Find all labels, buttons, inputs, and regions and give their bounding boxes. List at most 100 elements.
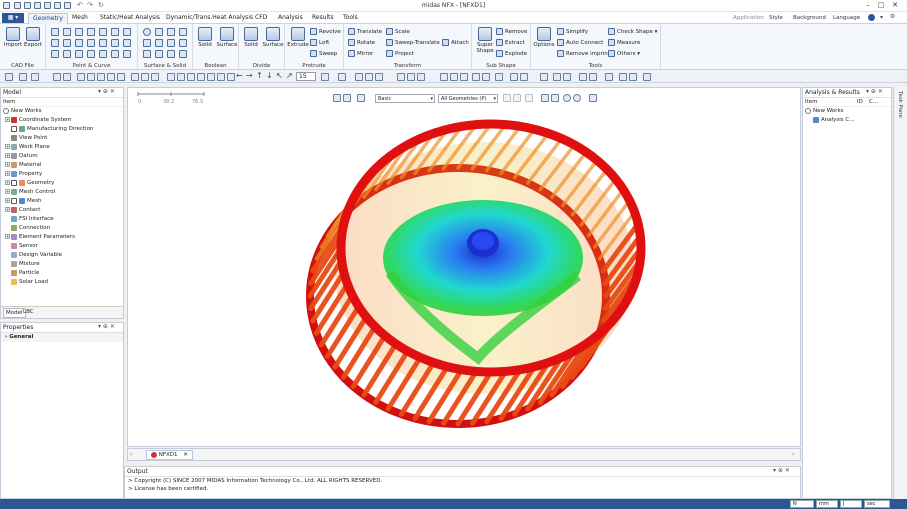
arrow-right-icon[interactable]: → bbox=[246, 71, 253, 80]
tree-item[interactable]: + Mesh Control bbox=[1, 188, 123, 197]
tab-tools[interactable]: Tools bbox=[339, 13, 362, 24]
tree-item[interactable]: Mixture bbox=[1, 260, 123, 269]
options-button[interactable]: Options bbox=[533, 27, 555, 48]
split-curve-icon[interactable] bbox=[123, 39, 131, 47]
spline-icon[interactable] bbox=[75, 39, 83, 47]
expand-icon[interactable]: + bbox=[5, 180, 10, 185]
render-mode-icon[interactable] bbox=[321, 73, 329, 81]
properties-pin-icon[interactable]: ▾ ⊕ ✕ bbox=[98, 323, 115, 330]
ribbon-collapse-icon[interactable]: ▾ bbox=[880, 14, 883, 21]
expand-icon[interactable]: + bbox=[5, 198, 10, 203]
properties-section-general[interactable]: › General bbox=[1, 333, 123, 342]
measure-button[interactable]: Measure bbox=[608, 38, 640, 48]
analysis-tree-root[interactable]: New Works bbox=[803, 107, 891, 116]
view-top-icon[interactable] bbox=[217, 73, 225, 81]
zoom-window-icon[interactable] bbox=[77, 73, 85, 81]
loft-button[interactable]: Loft bbox=[310, 38, 329, 48]
curve-offset-icon[interactable] bbox=[87, 39, 95, 47]
geometry-filter-select[interactable]: All Geometries (P) ▾ bbox=[438, 94, 498, 103]
geometry-view-icon[interactable] bbox=[520, 73, 528, 81]
zoom-icon[interactable] bbox=[53, 73, 61, 81]
graphics-viewport[interactable]: 0 38.2 76.5 Basic ▾ All Geometries (P) ▾ bbox=[127, 87, 801, 447]
column-c[interactable]: C... bbox=[869, 98, 878, 107]
prism-icon[interactable] bbox=[167, 39, 175, 47]
analysis-tree-item[interactable]: Analysis C... bbox=[803, 116, 891, 125]
rotate-view-2-icon[interactable] bbox=[107, 73, 115, 81]
tab-dynamic-trans-heat-analysis[interactable]: Dynamic/Trans.Heat Analysis bbox=[162, 13, 257, 24]
check-shape-button[interactable]: Check Shape ▾ bbox=[608, 27, 657, 37]
explode-view-icon[interactable] bbox=[482, 73, 490, 81]
helix-icon[interactable] bbox=[51, 50, 59, 58]
fillet-icon[interactable] bbox=[111, 28, 119, 36]
analysis-pin-icon[interactable]: ▾ ⊕ ✕ bbox=[866, 88, 883, 95]
expand-icon[interactable]: + bbox=[5, 162, 10, 167]
pick-icon[interactable] bbox=[503, 94, 511, 102]
arrow-nw-icon[interactable]: ↗ bbox=[286, 71, 293, 80]
filter-icon[interactable] bbox=[19, 73, 27, 81]
layout-icon[interactable] bbox=[440, 73, 448, 81]
tab-lbc[interactable]: LBC bbox=[23, 309, 34, 315]
explode-button[interactable]: Explode bbox=[496, 49, 527, 59]
join-curve-icon[interactable] bbox=[99, 50, 107, 58]
tree-item[interactable]: + Material bbox=[1, 161, 123, 170]
expand-icon[interactable]: + bbox=[5, 171, 10, 176]
arrow-down-icon[interactable]: ↓ bbox=[266, 71, 273, 80]
super-shape-button[interactable]: Super Shape bbox=[474, 27, 496, 54]
column-id[interactable]: ID bbox=[857, 98, 863, 107]
tree-item[interactable]: View Point bbox=[1, 134, 123, 143]
expand-icon[interactable]: + bbox=[5, 144, 10, 149]
tree-item[interactable]: Connection bbox=[1, 224, 123, 233]
clip-icon[interactable] bbox=[472, 73, 480, 81]
column-item[interactable]: Item bbox=[805, 98, 818, 107]
mirror-button[interactable]: Mirror bbox=[348, 49, 373, 59]
extend-icon[interactable] bbox=[111, 39, 119, 47]
fill-surface-icon[interactable] bbox=[179, 39, 187, 47]
tree-item[interactable]: Solar Load bbox=[1, 278, 123, 287]
curve-tools-icon[interactable] bbox=[123, 50, 131, 58]
view-cube-icon[interactable] bbox=[333, 94, 341, 102]
shell-icon[interactable] bbox=[167, 50, 175, 58]
sort-icon[interactable] bbox=[553, 73, 561, 81]
clear-selection-icon[interactable] bbox=[563, 94, 571, 102]
display-icon[interactable] bbox=[343, 94, 351, 102]
revolve-button[interactable]: Revolve bbox=[310, 27, 341, 37]
polyline-icon[interactable] bbox=[63, 28, 71, 36]
zoom-in-icon[interactable] bbox=[87, 73, 95, 81]
color-icon[interactable] bbox=[605, 73, 613, 81]
pin-icon[interactable]: ▾ ⊕ ✕ bbox=[98, 88, 115, 95]
delete-curve-icon[interactable] bbox=[87, 50, 95, 58]
divide-surface-button[interactable]: Surface bbox=[261, 27, 285, 48]
pen-icon[interactable] bbox=[643, 73, 651, 81]
expand-icon[interactable]: + bbox=[5, 117, 10, 122]
application-menu[interactable]: Application bbox=[733, 15, 764, 21]
auto-connect-button[interactable]: Auto Connect bbox=[557, 38, 603, 48]
probe-icon[interactable] bbox=[619, 73, 627, 81]
tree-item[interactable]: + Property bbox=[1, 170, 123, 179]
marker-icon[interactable] bbox=[629, 73, 637, 81]
expand-icon[interactable]: + bbox=[5, 207, 10, 212]
translate-button[interactable]: Translate bbox=[348, 27, 382, 37]
view-back-icon[interactable] bbox=[187, 73, 195, 81]
cylinder-icon[interactable] bbox=[167, 28, 175, 36]
chamfer-solid-icon[interactable] bbox=[155, 50, 163, 58]
checkbox-icon[interactable] bbox=[11, 179, 17, 186]
tab-static-heat-analysis[interactable]: Static/Heat Analysis bbox=[96, 13, 164, 24]
boolean-solid-button[interactable]: Solid bbox=[195, 27, 215, 48]
section-icon[interactable] bbox=[460, 73, 468, 81]
chamfer-curve-icon[interactable] bbox=[75, 50, 83, 58]
chart-icon[interactable] bbox=[589, 73, 597, 81]
select-icon[interactable] bbox=[5, 73, 13, 81]
output-pin-icon[interactable]: ▾ ⊕ ✕ bbox=[773, 467, 790, 474]
fillet-solid-icon[interactable] bbox=[143, 50, 151, 58]
checkbox-icon[interactable] bbox=[11, 197, 17, 204]
grid-icon[interactable] bbox=[131, 73, 139, 81]
application-menu-button[interactable]: ▦ ▾ bbox=[2, 13, 24, 23]
mesh-view-icon[interactable] bbox=[510, 73, 518, 81]
maximize-button[interactable]: □ bbox=[876, 1, 886, 10]
rotate-button[interactable]: Rotate bbox=[348, 38, 375, 48]
tree-item[interactable]: + Element Parameters bbox=[1, 233, 123, 242]
circle-icon[interactable] bbox=[63, 39, 71, 47]
tree-item[interactable]: + Datum bbox=[1, 152, 123, 161]
table-icon[interactable] bbox=[579, 73, 587, 81]
cursor-icon[interactable] bbox=[589, 94, 597, 102]
